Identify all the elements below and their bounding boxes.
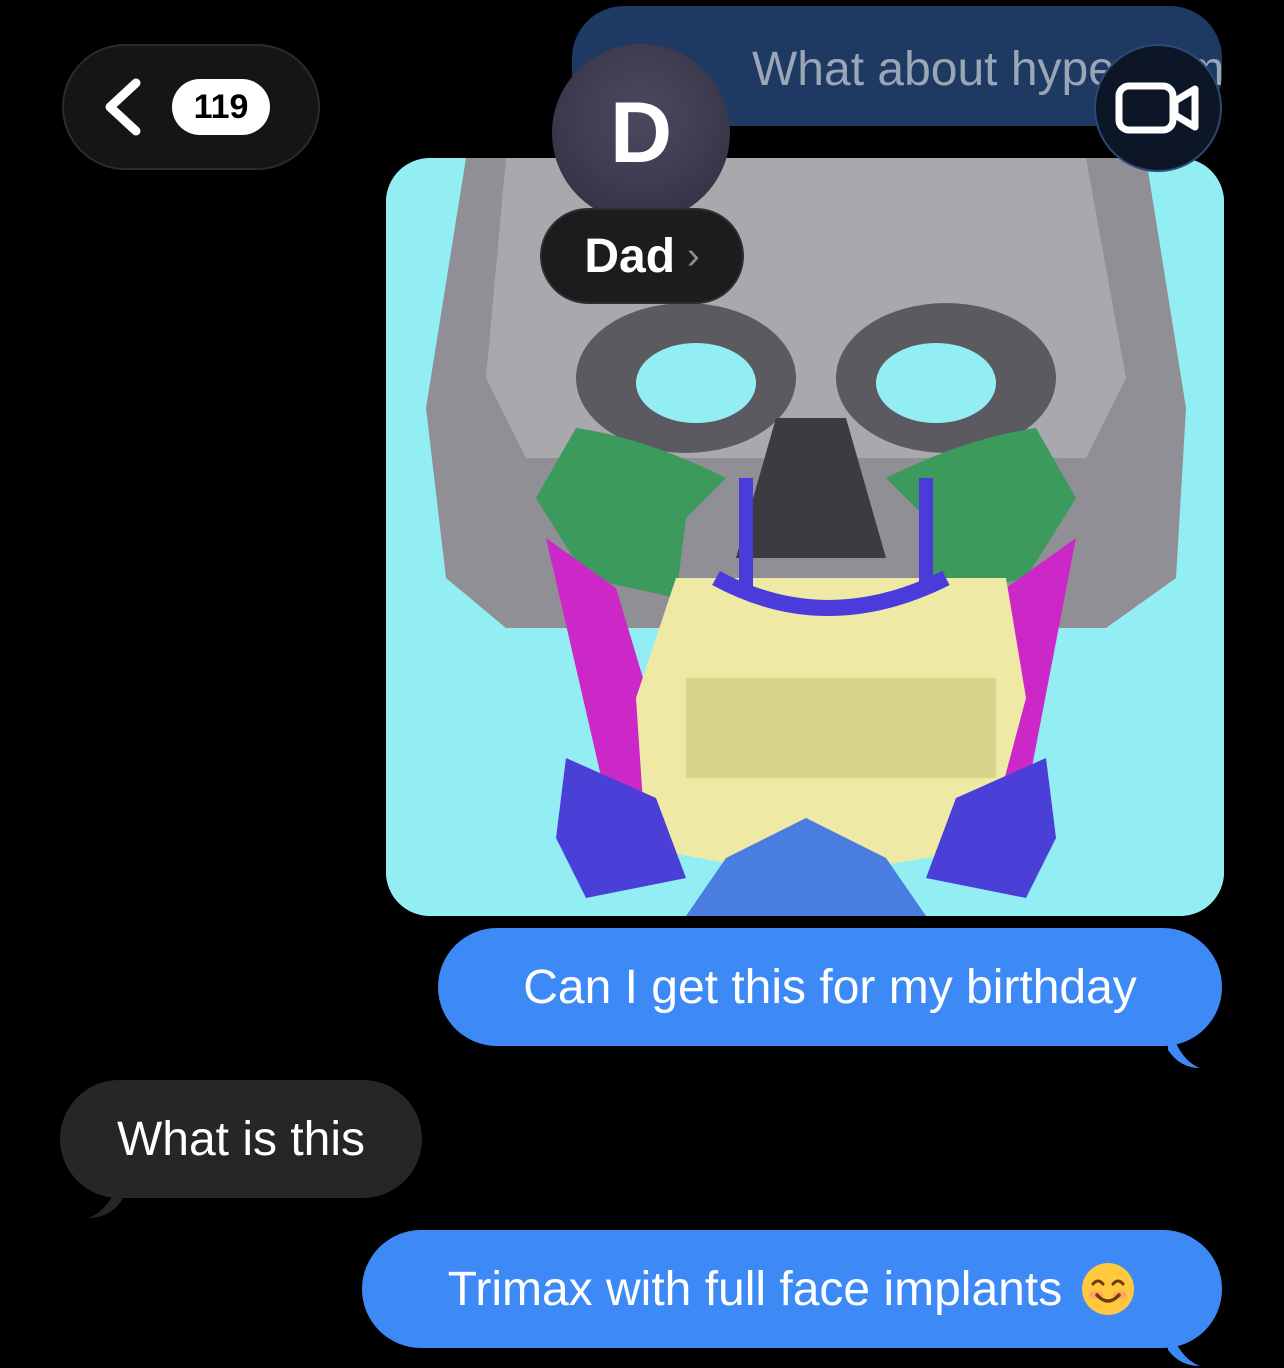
message-text: Trimax with full face implants (447, 1262, 1063, 1316)
skull-implant-render (386, 158, 1224, 916)
contact-name: Dad (584, 229, 676, 283)
bubble-tail-incoming (88, 1170, 122, 1218)
smiling-face-emoji-icon (1082, 1263, 1135, 1315)
contact-name-button[interactable]: Dad › (540, 208, 744, 304)
chevron-right-icon: › (687, 234, 700, 277)
bubble-tail-outgoing (1168, 1322, 1200, 1366)
bubble-tail-outgoing (1168, 1020, 1200, 1068)
unread-count-badge: 119 (172, 79, 270, 135)
image-attachment[interactable] (386, 158, 1224, 916)
message-text: Can I get this for my birthday (523, 960, 1137, 1014)
contact-avatar[interactable]: D (552, 44, 730, 222)
back-button[interactable]: 119 (62, 44, 320, 170)
video-call-button[interactable] (1094, 44, 1222, 172)
chevron-left-icon (105, 78, 141, 136)
video-camera-icon (1115, 82, 1199, 134)
message-bubble-outgoing[interactable]: Can I get this for my birthday (438, 928, 1222, 1046)
message-bubble-outgoing[interactable]: Trimax with full face implants (362, 1230, 1222, 1348)
message-text: What is this (116, 1112, 366, 1166)
